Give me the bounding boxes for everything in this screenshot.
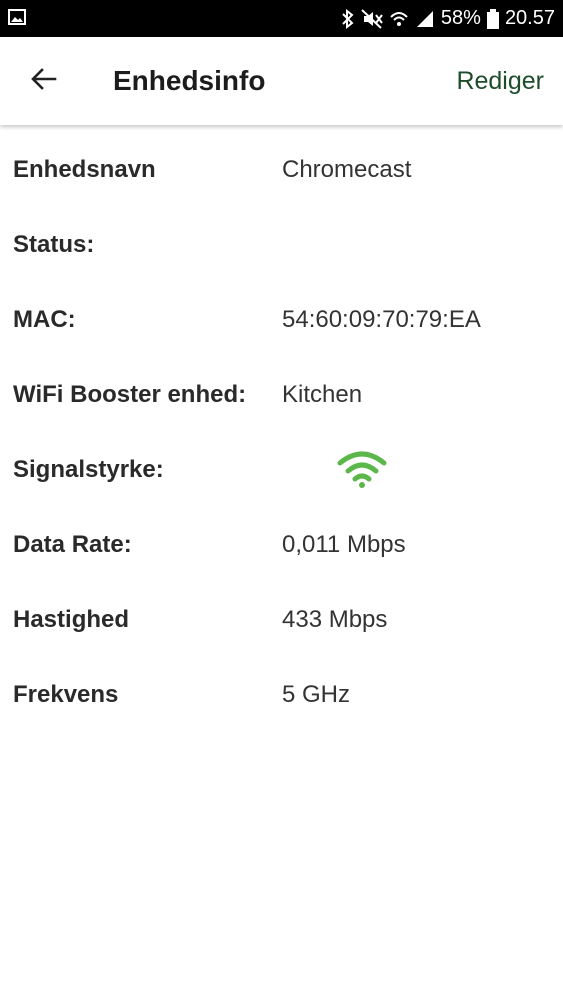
wifi-signal-icon [336, 451, 388, 489]
device-info-list: Enhedsnavn Chromecast Status: MAC: 54:60… [0, 125, 563, 725]
arrow-left-icon [31, 67, 57, 95]
info-value: 5 GHz [282, 681, 351, 708]
edit-button[interactable]: Rediger [456, 37, 544, 125]
page-title: Enhedsinfo [113, 65, 266, 96]
info-label: Frekvens [13, 681, 119, 708]
status-bar: 58% 20.57 [0, 0, 563, 37]
info-row-status: Status: [0, 200, 563, 275]
status-icons: 58% 20.57 [341, 0, 555, 37]
clock: 20.57 [504, 7, 555, 29]
battery-icon [486, 8, 499, 29]
cell-signal-icon [415, 9, 435, 29]
back-button[interactable] [22, 59, 66, 103]
info-row-speed: Hastighed 433 Mbps [0, 575, 563, 650]
info-row-booster: WiFi Booster enhed: Kitchen [0, 350, 563, 425]
battery-text: 58% [440, 7, 481, 29]
mute-icon [361, 8, 383, 29]
info-row-device-name: Enhedsnavn Chromecast [0, 125, 563, 200]
info-row-mac: MAC: 54:60:09:70:79:EA [0, 275, 563, 350]
info-row-frequency: Frekvens 5 GHz [0, 650, 563, 725]
info-row-signal: Signalstyrke: [0, 425, 563, 500]
info-row-data-rate: Data Rate: 0,011 Mbps [0, 500, 563, 575]
bluetooth-icon [341, 8, 355, 29]
app-bar: Enhedsinfo Rediger [0, 37, 563, 125]
wifi-icon [389, 9, 409, 29]
image-icon [8, 8, 26, 26]
